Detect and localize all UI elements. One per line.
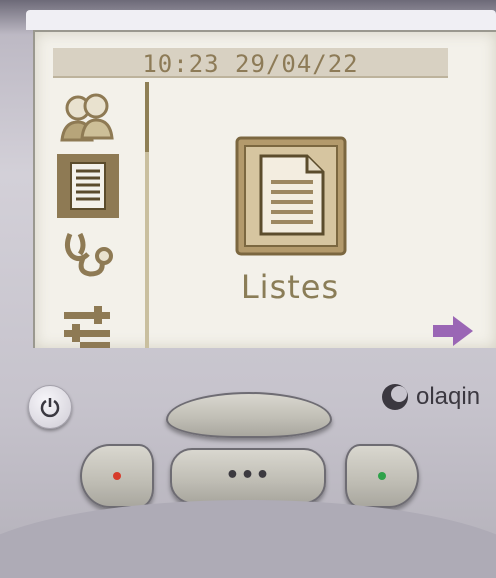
brand-logo: olaqin — [380, 380, 480, 414]
brand-name: olaqin — [416, 383, 481, 410]
menu-button[interactable]: ••• — [170, 448, 326, 504]
down-button-highlight — [140, 508, 352, 574]
contacts-icon — [60, 93, 114, 142]
left-soft-button[interactable] — [80, 444, 154, 508]
terminal-device: 10:23 29/04/22 Listes olaqin ••• — [0, 0, 496, 578]
current-menu-title: Listes — [240, 268, 340, 306]
sidebar-item-settings[interactable] — [57, 294, 119, 358]
sidebar-item-list[interactable] — [57, 154, 119, 218]
screen-bezel — [26, 10, 496, 30]
stethoscope-icon — [64, 232, 113, 277]
down-button[interactable] — [162, 520, 334, 564]
sidebar-item-care[interactable] — [57, 224, 119, 288]
status-time-date: 10:23 29/04/22 — [142, 50, 359, 78]
document-list-icon — [235, 136, 347, 258]
sidebar-scrollbar[interactable] — [145, 82, 149, 348]
green-indicator-led — [378, 472, 386, 480]
power-icon — [40, 398, 60, 418]
scrollbar-thumb[interactable] — [145, 82, 149, 152]
brand-mark-icon — [382, 384, 408, 410]
menu-sidebar — [53, 80, 143, 350]
sidebar-item-contacts[interactable] — [57, 86, 119, 150]
up-button[interactable] — [166, 392, 332, 438]
right-arrow-icon[interactable] — [431, 314, 475, 348]
list-icon — [70, 162, 106, 210]
power-button[interactable] — [28, 385, 72, 429]
tools-icon — [64, 306, 110, 348]
right-soft-button[interactable] — [345, 444, 419, 508]
menu-dots-label: ••• — [225, 463, 271, 488]
lcd-screen: 10:23 29/04/22 Listes — [33, 30, 496, 348]
red-indicator-led — [113, 472, 121, 480]
status-bar: 10:23 29/04/22 — [53, 48, 448, 78]
